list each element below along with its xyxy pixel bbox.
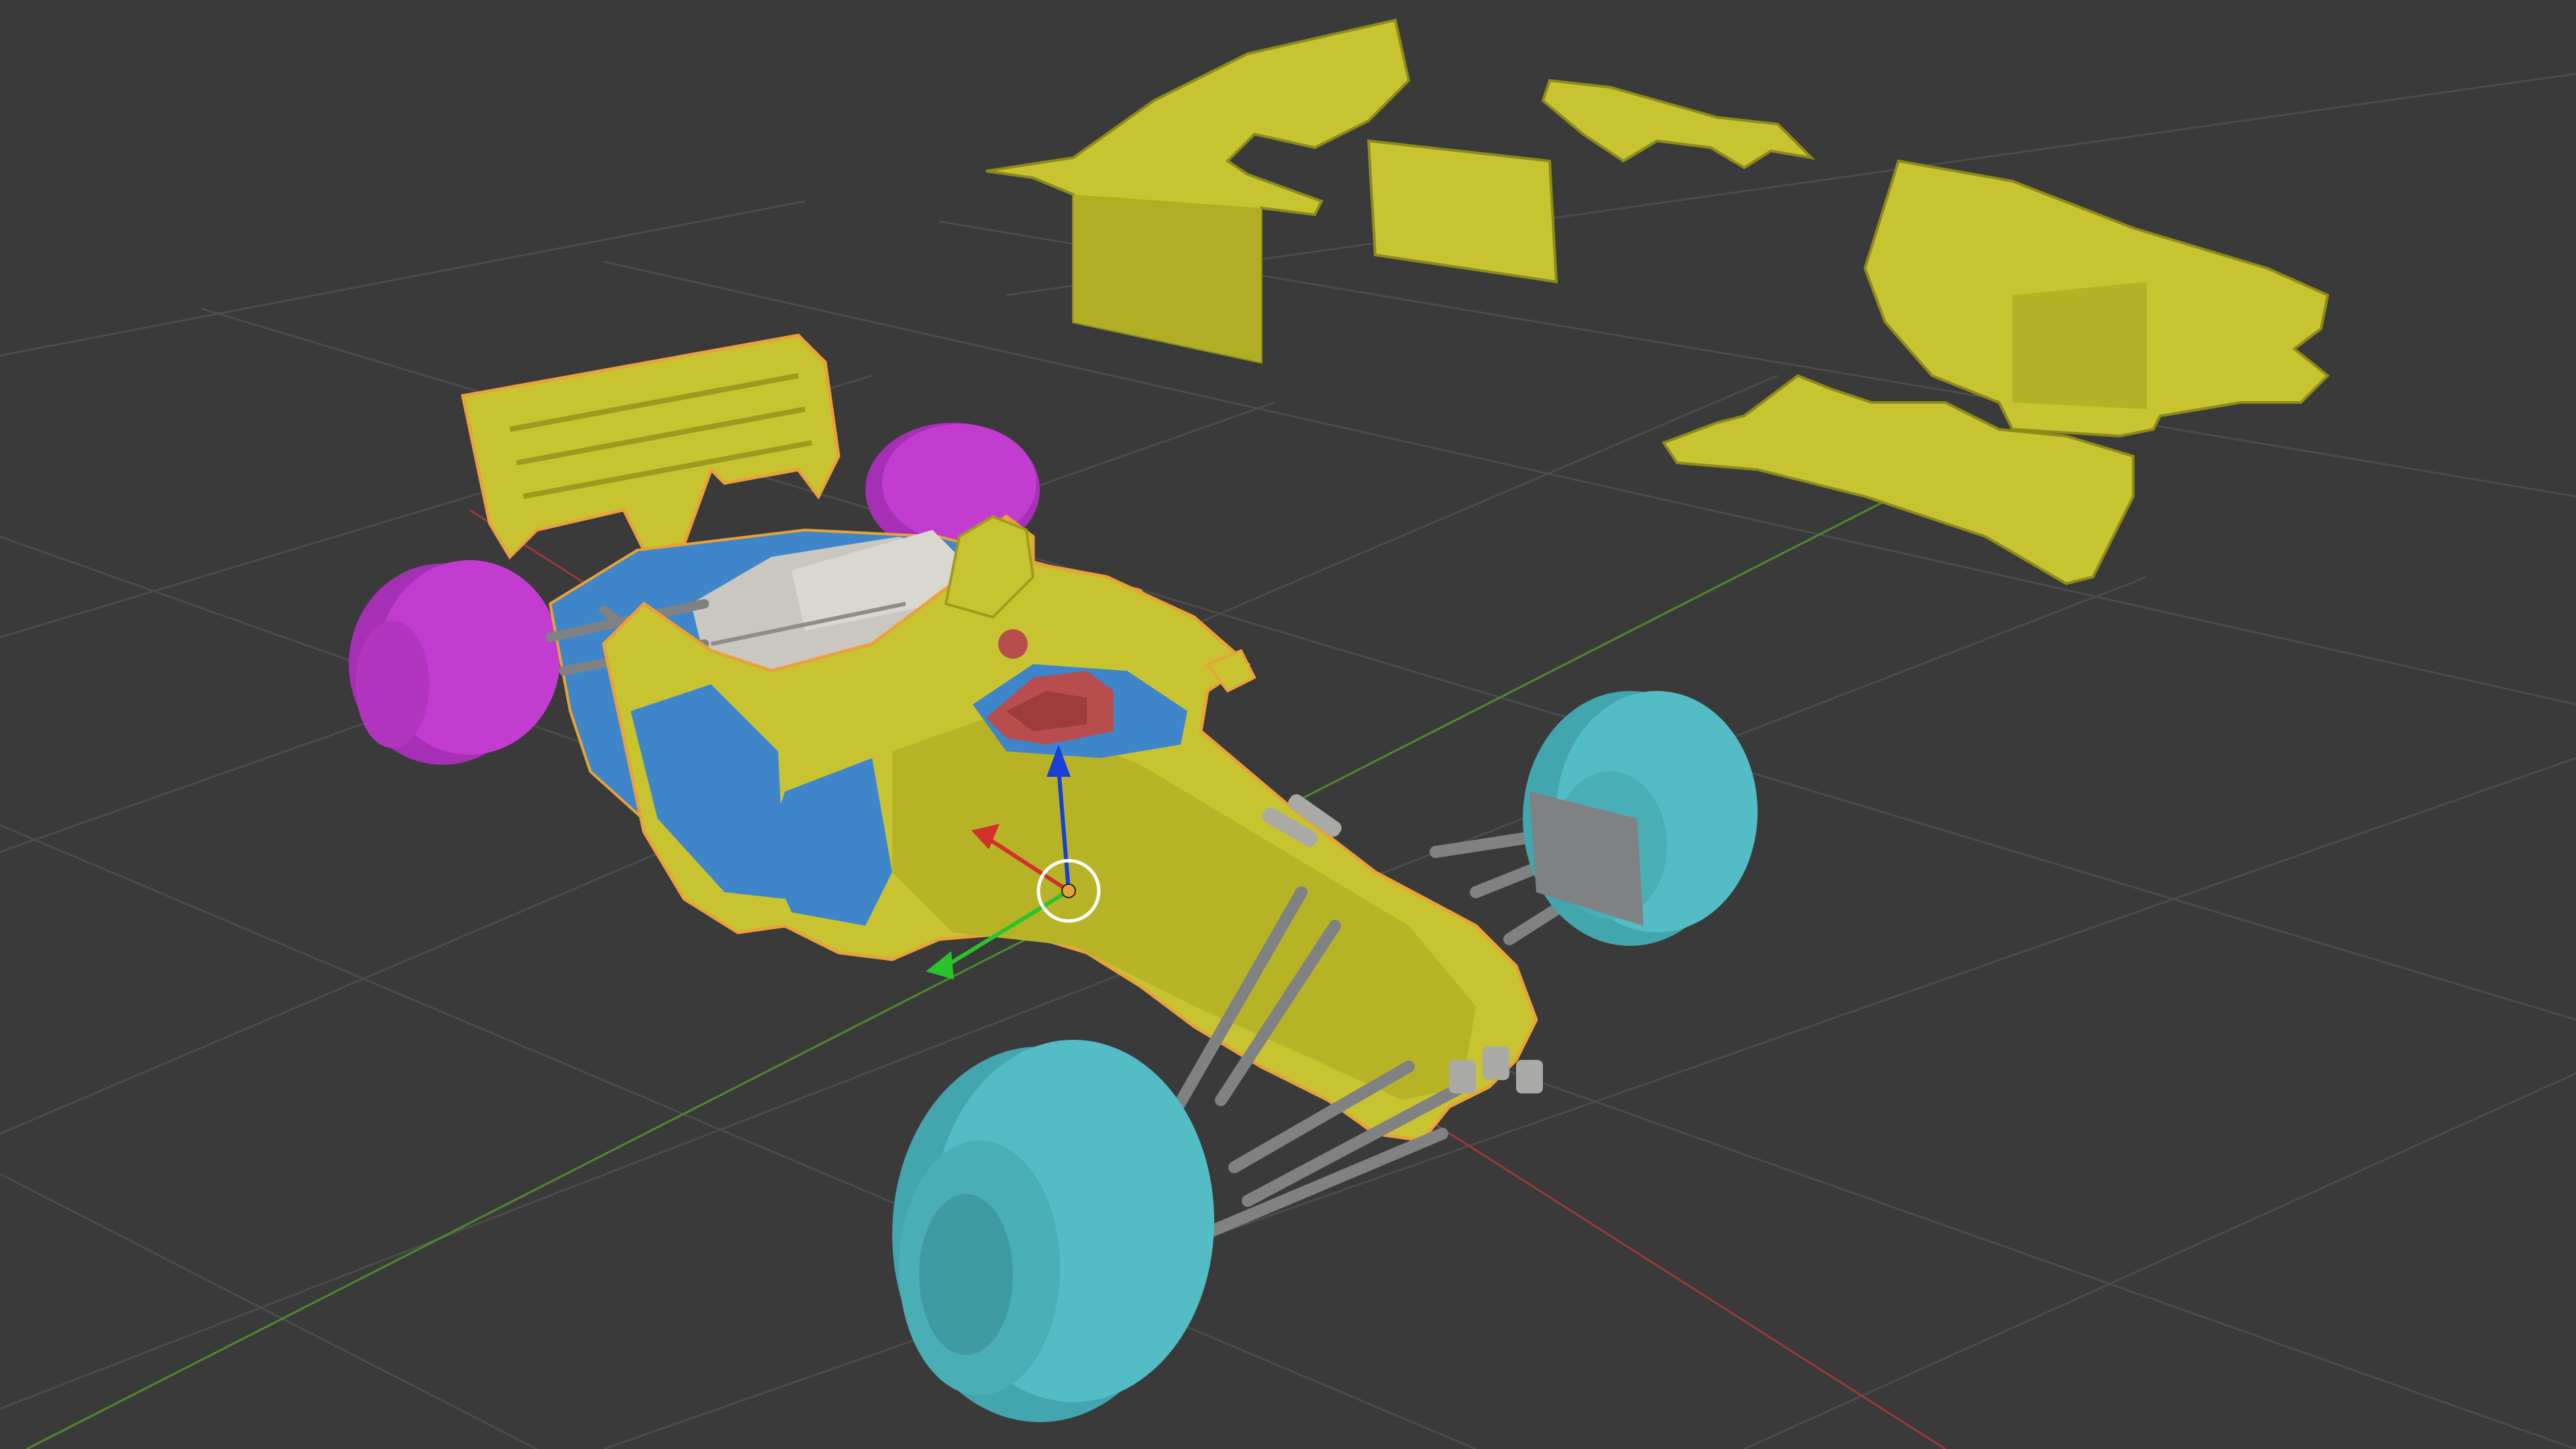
gizmo-pivot-point[interactable] <box>1061 883 1076 898</box>
nose-cone-shade <box>2012 282 2147 409</box>
rear-wing[interactable] <box>461 333 841 560</box>
3d-viewport[interactable] <box>0 0 2576 1449</box>
deflector-panel[interactable] <box>1541 78 1815 170</box>
gizmo-y-arrow[interactable] <box>926 951 954 979</box>
engine-cover-shade <box>1073 195 1261 362</box>
front-left-tire[interactable] <box>892 1040 1214 1422</box>
front-right-tire[interactable] <box>1523 691 1758 946</box>
sidepod-panel[interactable] <box>1366 139 1558 284</box>
rear-left-tire[interactable] <box>349 560 560 765</box>
exploded-bodywork-panels[interactable] <box>985 18 2330 586</box>
airbox-intake <box>998 629 1028 659</box>
